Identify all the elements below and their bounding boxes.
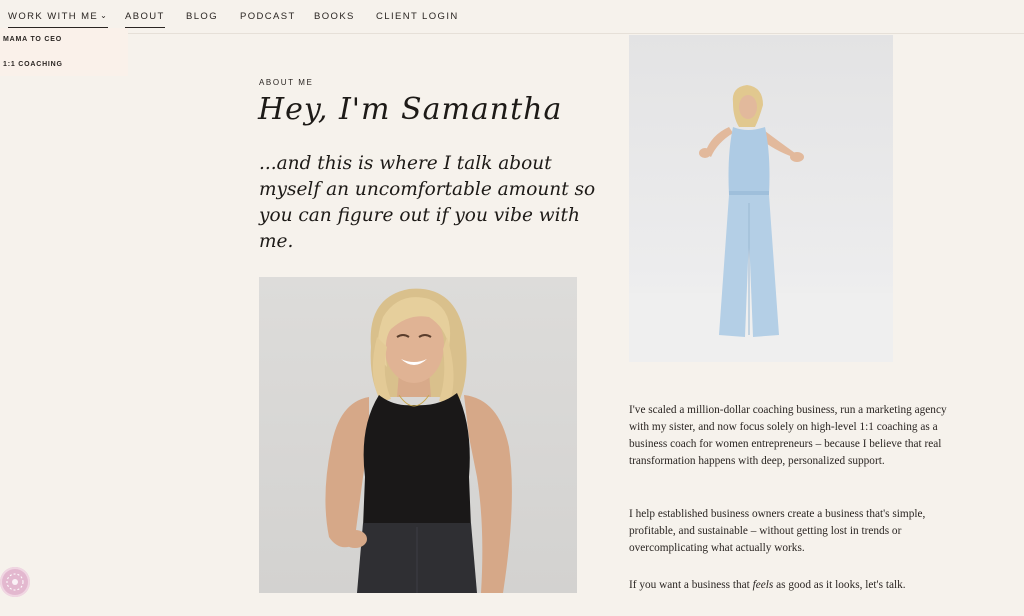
nav-item-label: CLIENT LOGIN (376, 11, 459, 22)
cta-text-end: as good as it looks, let's talk. (773, 579, 906, 591)
main-nav: WORK WITH ME ⌄ ABOUT BLOG PODCAST BOOKS C… (0, 0, 1024, 34)
section-eyebrow: ABOUT ME (259, 78, 314, 87)
about-paragraph: I help established business owners creat… (629, 508, 926, 554)
chevron-down-icon: ⌄ (100, 11, 109, 20)
nav-item-blog[interactable]: BLOG (186, 11, 218, 27)
floating-badge-icon[interactable] (0, 567, 30, 597)
nav-item-books[interactable]: BOOKS (314, 11, 355, 27)
nav-item-label: ABOUT (125, 11, 165, 22)
about-paragraph: I've scaled a million-dollar coaching bu… (629, 404, 947, 467)
portrait-photo-black-top (259, 277, 577, 593)
nav-item-about[interactable]: ABOUT (125, 11, 165, 28)
about-paragraph-cta: If you want a business that feels as goo… (629, 577, 949, 594)
page-title: Hey, I'm Samantha (258, 92, 563, 127)
intro-subheading: ...and this is where I talk about myself… (259, 153, 596, 252)
nav-item-client-login[interactable]: CLIENT LOGIN (376, 11, 459, 27)
nav-item-work-with-me[interactable]: WORK WITH ME ⌄ (8, 11, 109, 28)
cta-text-emphasis: feels (752, 579, 774, 591)
nav-item-podcast[interactable]: PODCAST (240, 11, 296, 27)
nav-item-label: BLOG (186, 11, 218, 22)
cta-text-start: If you want a business that (629, 579, 753, 591)
nav-item-label: WORK WITH ME (8, 11, 99, 22)
nav-item-label: PODCAST (240, 11, 296, 22)
nav-item-label: BOOKS (314, 11, 355, 22)
dropdown-item-mama-to-ceo[interactable]: MAMA TO CEO (3, 36, 62, 43)
work-with-me-dropdown: MAMA TO CEO 1:1 COACHING (0, 28, 128, 76)
dropdown-item-1-1-coaching[interactable]: 1:1 COACHING (3, 61, 63, 68)
portrait-photo-blue-jumpsuit (629, 35, 893, 362)
